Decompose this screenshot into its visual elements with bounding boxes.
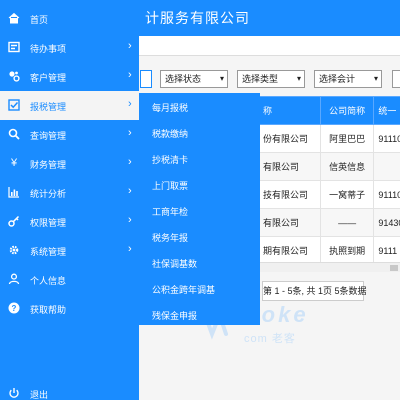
sidebar-item-label: 获取帮助 xyxy=(30,305,67,315)
sidebar-item-finance[interactable]: ¥ 财务管理 › xyxy=(0,149,139,178)
chevron-right-icon: › xyxy=(128,185,132,197)
sidebar-item-statistics[interactable]: 统计分析 › xyxy=(0,178,139,207)
submenu-item-label: 税款缴纳 xyxy=(152,129,189,139)
submenu-item-label: 税务年报 xyxy=(152,233,189,243)
submenu-item-annual-report[interactable]: 税务年报 xyxy=(139,223,260,249)
sidebar-item-system[interactable]: 系统管理 › xyxy=(0,236,139,265)
sidebar-item-label: 报税管理 xyxy=(30,102,67,112)
sidebar-item-label: 统计分析 xyxy=(30,189,67,199)
col-header-code[interactable]: 统一 xyxy=(373,96,400,125)
type-select[interactable]: 选择类型 ▾ xyxy=(237,70,305,88)
sidebar-item-profile[interactable]: 个人信息 xyxy=(0,265,139,294)
submenu-item-label: 残保金申报 xyxy=(152,311,198,321)
chevron-right-icon: › xyxy=(128,214,132,226)
svg-text:?: ? xyxy=(12,304,17,313)
sidebar-item-label: 权限管理 xyxy=(30,218,67,228)
cell-code: 911101 xyxy=(373,180,400,209)
submenu-item-social-security[interactable]: 社保调基数 xyxy=(139,249,260,275)
todo-icon xyxy=(8,41,20,53)
sidebar-item-label: 客户管理 xyxy=(30,73,67,83)
bar-chart-icon xyxy=(8,186,20,198)
col-header-short[interactable]: 公司简称 xyxy=(319,96,375,125)
checkbox-icon xyxy=(8,99,20,111)
submenu-item-label: 每月报税 xyxy=(152,103,189,113)
search-input[interactable] xyxy=(140,70,152,88)
chevron-down-icon: ▾ xyxy=(373,74,378,83)
cell-code xyxy=(373,152,400,181)
status-select[interactable]: 选择状态 ▾ xyxy=(160,70,228,88)
submenu-item-label: 社保调基数 xyxy=(152,259,198,269)
sidebar-item-label: 系统管理 xyxy=(30,247,67,257)
accountant-select[interactable]: 选择会计 ▾ xyxy=(314,70,382,88)
chevron-right-icon: › xyxy=(128,156,132,168)
submenu-item-label: 工商年检 xyxy=(152,207,189,217)
submenu-item-housing-fund[interactable]: 公积金跨年调基 xyxy=(139,275,260,301)
gear-icon xyxy=(8,244,20,256)
cell-short: 信英信息 xyxy=(319,152,375,181)
submenu-item-label: 上门取票 xyxy=(152,181,189,191)
cell-short: 阿里巴巴 xyxy=(319,124,375,153)
sidebar-item-label: 查询管理 xyxy=(30,131,67,141)
cell-short: 一窝蒂子 xyxy=(319,180,375,209)
sidebar-item-todo[interactable]: 待办事项 › xyxy=(0,33,139,62)
sidebar-item-home[interactable]: 首页 xyxy=(0,4,139,33)
chevron-right-icon: › xyxy=(128,243,132,255)
home-icon xyxy=(8,12,20,24)
chevron-right-icon: › xyxy=(128,127,132,139)
yen-icon: ¥ xyxy=(10,157,18,169)
submenu-item-copy-tax[interactable]: 抄税清卡 xyxy=(139,145,260,171)
submenu-item-label: 公积金跨年调基 xyxy=(152,285,216,295)
chevron-right-icon: › xyxy=(128,98,132,110)
submenu-item-pickup-invoice[interactable]: 上门取票 xyxy=(139,171,260,197)
watermark-subtext: com 老客 xyxy=(244,333,296,345)
sidebar-item-permissions[interactable]: 权限管理 › xyxy=(0,207,139,236)
search-icon xyxy=(8,128,20,140)
sidebar-item-customers[interactable]: 客户管理 › xyxy=(0,62,139,91)
sidebar-item-tax[interactable]: 报税管理 › xyxy=(0,91,139,120)
chevron-down-icon: ▾ xyxy=(219,74,224,83)
chevron-right-icon: › xyxy=(128,40,132,52)
users-gear-icon xyxy=(8,70,20,82)
status-select-label: 选择状态 xyxy=(165,74,202,84)
cell-code: 9111 xyxy=(373,236,400,265)
user-icon xyxy=(8,273,20,285)
submenu-item-monthly-tax[interactable]: 每月报税 xyxy=(139,93,260,119)
sidebar-item-label: 个人信息 xyxy=(30,276,67,286)
sidebar-item-help[interactable]: ? 获取帮助 xyxy=(0,294,139,323)
submenu-item-label: 抄税清卡 xyxy=(152,155,189,165)
sidebar-item-label: 待办事项 xyxy=(30,44,67,54)
cell-code: 911101 xyxy=(373,124,400,153)
cell-short: 执照到期 xyxy=(319,236,375,265)
sidebar-item-label: 财务管理 xyxy=(30,160,67,170)
submenu-item-tax-payment[interactable]: 税款缴纳 xyxy=(139,119,260,145)
submenu-item-annual-inspection[interactable]: 工商年检 xyxy=(139,197,260,223)
accountant-select-label: 选择会计 xyxy=(319,74,356,84)
sidebar-item-label: 首页 xyxy=(30,15,49,25)
cell-code: 914302 xyxy=(373,208,400,237)
tab-bar xyxy=(130,36,400,56)
key-icon xyxy=(8,215,20,227)
chevron-down-icon: ▾ xyxy=(296,74,301,83)
pagination-info: 第 1 - 5条, 共 1页 5条数据 xyxy=(262,281,367,301)
power-icon xyxy=(8,387,20,399)
type-select-label: 选择类型 xyxy=(242,74,279,84)
sidebar-item-query[interactable]: 查询管理 › xyxy=(0,120,139,149)
app-title: 计服务有限公司 xyxy=(145,10,250,26)
chevron-right-icon: › xyxy=(128,69,132,81)
scrollbar-thumb[interactable] xyxy=(390,265,398,271)
cell-short: —— xyxy=(319,208,375,237)
logout-button[interactable]: 退出 xyxy=(0,381,139,400)
filter-bar: 选择状态 ▾ 选择类型 ▾ 选择会计 ▾ xyxy=(130,66,400,92)
sidebar: 首页 待办事项 › 客户管理 › 报税管理 › 查询管理 › ¥ 财务管理 › xyxy=(0,0,139,400)
submenu-item-disability-fund[interactable]: 残保金申报 xyxy=(139,301,260,327)
extra-select[interactable] xyxy=(392,70,400,88)
logout-label: 退出 xyxy=(30,390,49,400)
tax-submenu: 每月报税 税款缴纳 抄税清卡 上门取票 工商年检 税务年报 社保调基数 公积金跨… xyxy=(139,93,260,325)
help-icon: ? xyxy=(8,302,20,314)
